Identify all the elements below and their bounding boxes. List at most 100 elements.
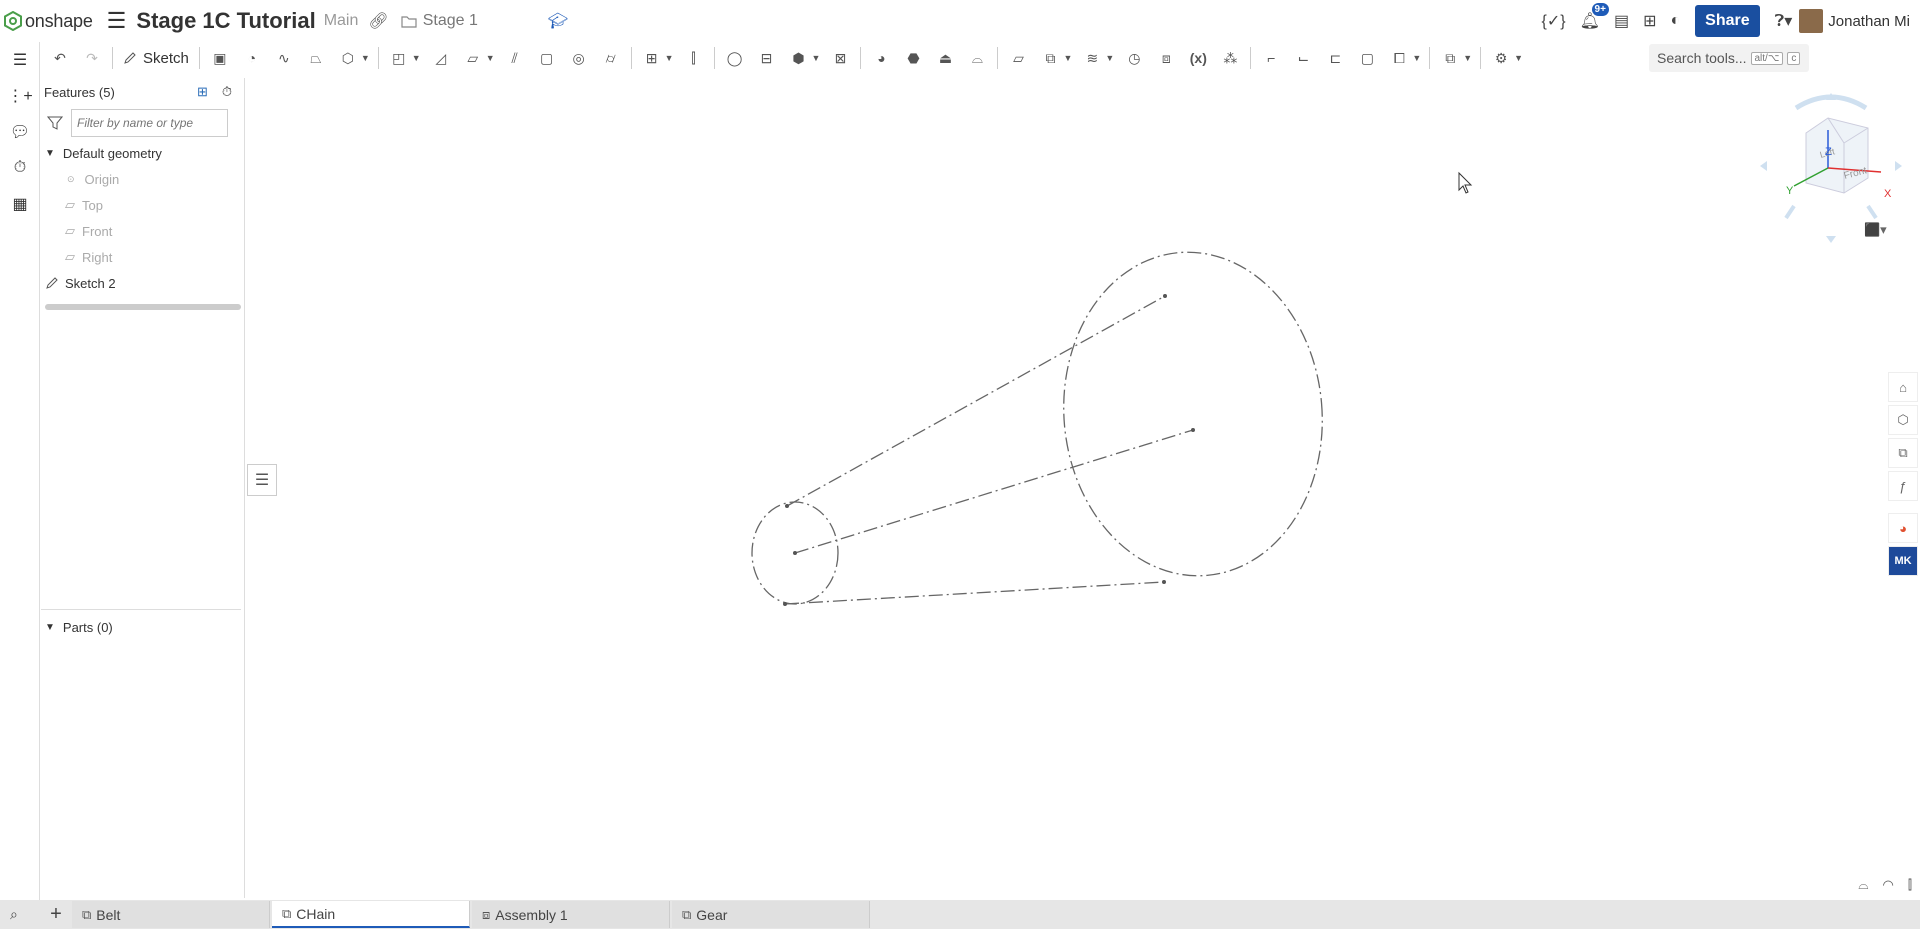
large-circle[interactable] [1050,241,1335,586]
tab-manager-icon[interactable]: ⌕ [10,906,18,923]
properties-icon[interactable]: ▦ [0,186,40,222]
small-circle[interactable] [751,501,839,605]
sketch-point[interactable] [785,504,789,508]
rollback-timer-icon[interactable]: ⏱︎ [222,84,232,100]
add-tab-button[interactable]: + [42,903,70,926]
revolve-icon[interactable]: ◔ [241,47,263,69]
origin-row[interactable]: ⊙ Origin [41,166,244,192]
link-icon[interactable]: 🔗︎ [368,11,388,31]
custom-feature-icon[interactable]: ⚙︎ [1490,47,1512,69]
tangent-line-top[interactable] [786,295,1166,507]
sketch-row[interactable]: Sketch 2 [41,270,244,296]
mate-connector-icon[interactable]: ⧉ [1039,47,1061,69]
variable-icon[interactable]: (x) [1187,47,1209,69]
chevron-down-icon[interactable]: ▼ [45,622,55,633]
measure-icon[interactable]: ◷ [1123,47,1145,69]
thicken-icon[interactable]: ⬡ [337,47,359,69]
learning-center-icon[interactable]: 🎓︎ [548,11,568,31]
delete-part-icon[interactable]: ⊠ [829,47,851,69]
helix-icon[interactable]: ≋ [1081,47,1103,69]
document-title[interactable]: Stage 1C Tutorial [136,8,315,34]
collapse-panel-button[interactable]: ☰ [247,464,277,496]
redo-icon[interactable]: ↷ [81,47,103,69]
user-menu[interactable]: Jonathan Mi [1799,9,1910,33]
section-icon[interactable]: ⧈ [1155,47,1177,69]
view-cube[interactable]: Left Front Z X Y ⬛▾ [1756,88,1906,248]
sketch-point[interactable] [1162,580,1166,584]
shell-icon[interactable]: ▢ [536,47,558,69]
rib-icon[interactable]: ⫽ [504,47,526,69]
comments-icon[interactable]: 💬︎ [0,114,40,150]
tab-gear[interactable]: ⧉ Gear [672,901,870,928]
configurations-icon[interactable]: ⧉ [1888,438,1918,468]
center-line[interactable] [794,429,1194,554]
sketch-point[interactable] [793,551,797,555]
undo-icon[interactable]: ↶ [49,47,71,69]
fillet-icon[interactable]: ◰ [388,47,410,69]
parts-header[interactable]: ▼ Parts (0) [41,614,241,640]
search-tools[interactable]: Search tools... alt/⌥ c [1649,44,1809,72]
variables-panel-icon[interactable]: ƒ [1888,471,1918,501]
split-icon[interactable]: ⊟ [756,47,778,69]
app-icon-color[interactable]: ◕ [1888,513,1918,543]
modify-fillet-icon[interactable]: ◕ [870,47,892,69]
menu-icon[interactable]: ☰ [107,8,127,34]
right-plane-row[interactable]: ▱ Right [41,244,244,270]
feature-scrollbar[interactable] [45,304,241,310]
sketch-point[interactable] [1163,294,1167,298]
tangent-line-bottom[interactable] [784,581,1165,605]
help-icon[interactable]: ❓︎▾ [1775,11,1793,31]
sketch-point[interactable] [783,602,787,606]
delete-face-icon[interactable]: ⬣ [902,47,924,69]
tab-chain[interactable]: ⧉ CHain [272,901,470,928]
onshape-logo[interactable]: onshape [4,11,93,32]
flange-icon[interactable]: ⌙ [1292,47,1314,69]
history-icon[interactable]: ⏱︎ [0,150,40,186]
sheet-metal-icon[interactable]: ⌐ [1260,47,1282,69]
add-instance-icon[interactable]: ⋮+ [0,78,40,114]
parts-panel-icon[interactable]: ⬡ [1888,405,1918,435]
mirror-icon[interactable]: ⫿ [683,47,705,69]
default-geometry-row[interactable]: ▼ Default geometry [41,140,244,166]
form-icon[interactable]: ⧠ [1388,47,1410,69]
derived-icon[interactable]: ⁂ [1219,47,1241,69]
variables-icon[interactable]: {✓} [1542,11,1566,31]
tab-belt[interactable]: ⧉ Belt [72,901,270,928]
release-icon[interactable]: ▤ [1614,11,1629,31]
front-plane-row[interactable]: ▱ Front [41,218,244,244]
chamfer-icon[interactable]: ◿ [430,47,452,69]
transform-icon[interactable]: ⬢ [788,47,810,69]
filter-input[interactable] [71,109,228,137]
move-face-icon[interactable]: ⏏ [934,47,956,69]
sketch-button[interactable]: Sketch [123,50,189,67]
section-view-icon[interactable]: ⌓ [1858,877,1868,893]
appearance-icon[interactable]: ◐ [1670,12,1680,30]
sketch-point[interactable] [1191,428,1195,432]
chevron-down-icon[interactable]: ▼ [45,148,55,159]
filter-icon[interactable] [47,115,63,131]
folder-breadcrumb[interactable]: Stage 1 [401,12,478,30]
bend-icon[interactable]: ▢ [1356,47,1378,69]
sweep-icon[interactable]: ∿ [273,47,295,69]
tab-assembly-1[interactable]: ⧈ Assembly 1 [472,901,670,928]
branch-name[interactable]: Main [324,12,359,30]
add-folder-icon[interactable]: ⊞ [197,84,208,100]
render-mode-icon[interactable]: ⫿ [1908,877,1912,893]
app-icon-mk[interactable]: MK [1888,546,1918,576]
extrude-icon[interactable]: ▣ [209,47,231,69]
top-plane-row[interactable]: ▱ Top [41,192,244,218]
view-options-icon[interactable]: ⬛▾ [1864,222,1887,238]
draft-icon[interactable]: ▱ [462,47,484,69]
loft-icon[interactable]: ⏢ [305,47,327,69]
tab-icon[interactable]: ⊏ [1324,47,1346,69]
plane-icon[interactable]: ▱ [1007,47,1029,69]
frame-icon[interactable]: ⧉ [1439,47,1461,69]
hole-icon[interactable]: ◎ [568,47,590,69]
app-store-icon[interactable]: ⊞ [1643,11,1656,31]
notifications-icon[interactable]: 🔔︎ 9+ [1580,3,1609,31]
replace-face-icon[interactable]: ⌓ [966,47,988,69]
cylinder-icon[interactable]: ⌭ [600,47,622,69]
appearance-panel-icon[interactable]: ⌂ [1888,372,1918,402]
share-button[interactable]: Share [1695,5,1760,37]
boolean-icon[interactable]: ◯ [724,47,746,69]
